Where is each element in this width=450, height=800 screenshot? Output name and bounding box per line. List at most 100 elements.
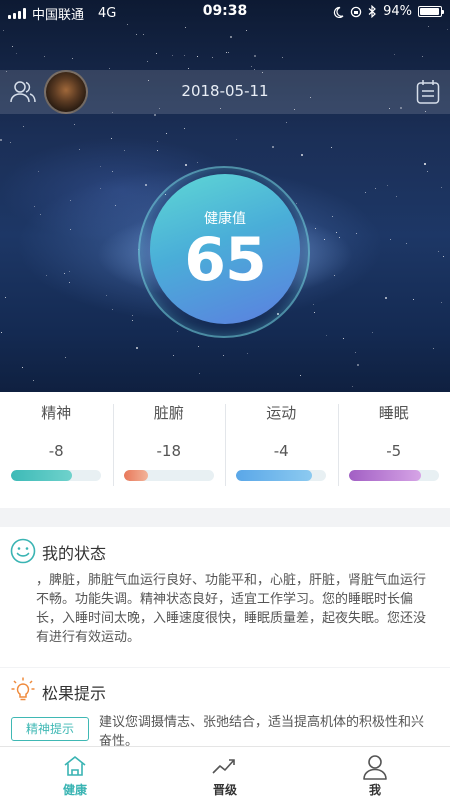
star	[254, 55, 256, 57]
status-card-title: 我的状态	[42, 544, 107, 563]
star	[339, 237, 340, 238]
star	[184, 55, 185, 56]
star	[74, 124, 75, 125]
star	[70, 229, 71, 230]
star	[69, 282, 70, 283]
battery-icon	[418, 6, 444, 17]
smiley-icon	[10, 538, 36, 564]
health-value: 65	[184, 225, 267, 295]
star	[3, 30, 4, 31]
star	[147, 61, 148, 62]
tab-bar: 健康 晋级 我	[0, 746, 450, 800]
star	[272, 146, 274, 148]
star	[324, 239, 325, 240]
star	[365, 192, 366, 193]
tab-health[interactable]: 健康	[0, 747, 150, 800]
spirit-tip-badge[interactable]: 精神提示	[11, 717, 89, 741]
star	[157, 141, 158, 142]
star	[198, 346, 199, 347]
star	[44, 56, 45, 57]
metric-progress-fill	[348, 470, 421, 481]
star	[132, 315, 133, 316]
star	[124, 150, 125, 151]
star	[197, 56, 198, 57]
star	[226, 52, 227, 53]
date-label[interactable]: 2018-05-11	[0, 82, 450, 100]
star	[406, 243, 407, 244]
star	[251, 66, 252, 67]
star	[447, 29, 448, 30]
metric-name: 脏腑	[153, 404, 184, 422]
star	[296, 203, 297, 204]
star	[156, 53, 157, 54]
star	[64, 273, 65, 274]
star	[372, 332, 373, 333]
star	[22, 367, 23, 368]
star	[127, 24, 128, 25]
star	[46, 275, 47, 276]
metric-organs[interactable]: 脏腑 -18	[112, 392, 226, 508]
star	[427, 171, 428, 172]
star	[424, 163, 426, 165]
star	[313, 304, 314, 305]
star	[33, 380, 34, 381]
star	[100, 166, 101, 167]
star	[230, 36, 232, 38]
star	[396, 196, 397, 197]
star	[357, 364, 359, 366]
star	[177, 331, 178, 332]
star	[109, 68, 110, 69]
star	[145, 184, 147, 186]
metric-progress-fill	[11, 470, 73, 481]
battery-percent: 94%	[383, 4, 412, 19]
star	[375, 188, 376, 189]
star	[143, 34, 144, 35]
star	[438, 251, 439, 252]
person-icon	[363, 755, 387, 780]
star	[157, 150, 158, 151]
metric-sleep[interactable]: 睡眠 -5	[337, 392, 450, 508]
star	[413, 299, 414, 300]
star	[314, 312, 315, 313]
metric-progress-fill	[236, 470, 312, 481]
star	[106, 295, 107, 296]
tab-label: 我	[368, 783, 381, 797]
star	[16, 53, 17, 54]
star	[433, 348, 434, 349]
star	[70, 200, 71, 201]
moon-icon	[334, 6, 344, 18]
metric-progress-bar	[236, 470, 326, 481]
star	[441, 302, 442, 303]
star	[136, 34, 137, 35]
star	[184, 128, 185, 129]
star	[246, 30, 247, 31]
hero-background: 中国联通 4G 09:38 94% 2018-05-11 健康值 65	[0, 0, 450, 392]
star	[23, 126, 24, 127]
star	[72, 58, 73, 59]
tab-me[interactable]: 我	[300, 747, 450, 800]
star	[282, 57, 283, 58]
star	[185, 164, 187, 166]
star	[197, 162, 198, 163]
star	[199, 373, 200, 374]
star	[390, 239, 391, 240]
metric-name: 运动	[266, 404, 297, 422]
metric-spirit[interactable]: 精神 -8	[0, 392, 113, 508]
my-status-card: 我的状态 ，脾脏，肺脏气血运行良好、功能平和，心脏，肝脏，肾脏气血运行不畅。功能…	[0, 527, 450, 667]
star	[10, 142, 11, 143]
tab-label: 健康	[62, 783, 87, 797]
star	[334, 275, 335, 276]
star	[34, 206, 35, 207]
star	[247, 353, 248, 354]
star	[300, 375, 301, 376]
star	[38, 171, 39, 172]
calendar-icon[interactable]	[416, 79, 440, 105]
status-bar: 中国联通 4G 09:38 94%	[0, 0, 450, 24]
metric-exercise[interactable]: 运动 -4	[225, 392, 338, 508]
star	[212, 57, 213, 58]
metric-progress-fill	[123, 470, 148, 481]
metric-name: 睡眠	[378, 404, 409, 422]
tab-levelup[interactable]: 晋级	[150, 747, 300, 800]
health-score-circle[interactable]: 健康值 65	[150, 174, 300, 324]
metric-progress-bar	[123, 470, 214, 481]
